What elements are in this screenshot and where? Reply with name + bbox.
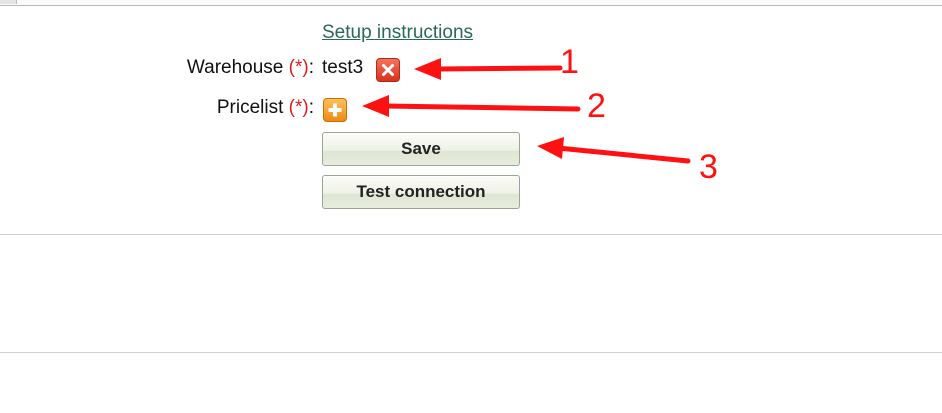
annotation-number-3: 3 xyxy=(699,148,718,186)
warehouse-colon: : xyxy=(308,57,314,78)
annotation-arrow-3 xyxy=(555,145,691,164)
pricelist-label: Pricelist xyxy=(216,97,284,118)
divider-top xyxy=(0,234,942,235)
divider-bottom xyxy=(0,352,942,353)
remove-icon-glyph xyxy=(382,64,394,76)
pricelist-label-row: Pricelist (*): xyxy=(217,97,314,119)
top-bar-stub xyxy=(0,0,17,4)
top-bar xyxy=(0,0,942,6)
remove-icon[interactable] xyxy=(376,58,400,82)
warehouse-label-row: Warehouse (*): xyxy=(187,57,314,79)
test-connection-button[interactable]: Test connection xyxy=(322,175,520,209)
add-icon-glyph xyxy=(328,103,342,117)
annotation-arrowhead-1 xyxy=(414,58,441,80)
annotation-arrowhead-3 xyxy=(537,137,564,159)
annotation-number-1: 1 xyxy=(560,43,579,81)
warehouse-required-mark: (*) xyxy=(288,57,309,78)
save-button[interactable]: Save xyxy=(322,132,520,166)
annotation-number-2: 2 xyxy=(587,87,606,125)
annotation-arrowhead-2 xyxy=(362,95,389,117)
pricelist-colon: : xyxy=(308,97,314,118)
add-icon[interactable] xyxy=(323,98,347,122)
warehouse-value: test3 xyxy=(322,57,364,78)
annotation-arrow-1 xyxy=(433,65,563,72)
setup-instructions-link[interactable]: Setup instructions xyxy=(322,22,473,44)
warehouse-label: Warehouse xyxy=(186,57,284,78)
annotation-arrow-2 xyxy=(381,103,581,112)
pricelist-required-mark: (*) xyxy=(288,97,309,118)
